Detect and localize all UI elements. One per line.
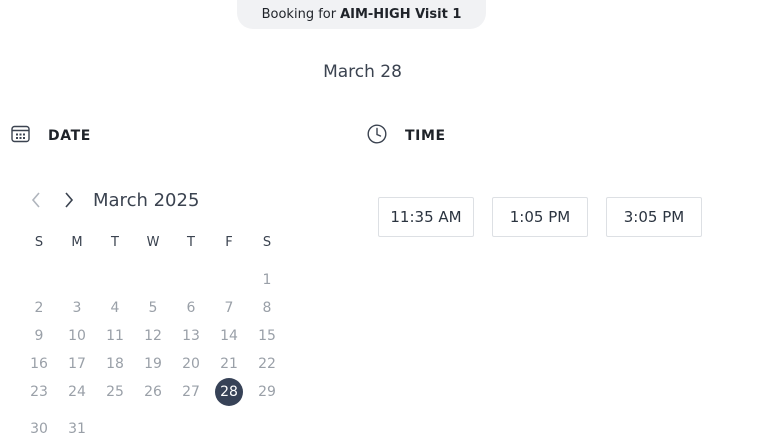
- calendar-day[interactable]: 31: [63, 415, 91, 443]
- calendar-day[interactable]: 18: [101, 350, 129, 378]
- calendar-day[interactable]: 29: [253, 378, 281, 406]
- banner-prefix: Booking for: [261, 7, 337, 22]
- calendar-day[interactable]: 19: [139, 350, 167, 378]
- selected-date-title: March 28: [323, 62, 402, 82]
- calendar-day[interactable]: 13: [177, 322, 205, 350]
- banner-event-name: AIM-HIGH Visit 1: [340, 7, 462, 22]
- calendar-day[interactable]: 22: [253, 350, 281, 378]
- calendar-day[interactable]: 8: [253, 294, 281, 322]
- weekday-header: M: [71, 235, 83, 250]
- calendar-day[interactable]: 4: [101, 294, 129, 322]
- calendar-day[interactable]: 7: [215, 294, 243, 322]
- date-section-label: DATE: [48, 128, 91, 144]
- weekday-header: S: [34, 235, 44, 250]
- calendar-day[interactable]: 21: [215, 350, 243, 378]
- time-slot-button[interactable]: 11:35 AM: [378, 197, 474, 237]
- weekday-header: T: [111, 235, 119, 250]
- date-section-header: DATE: [11, 125, 91, 147]
- calendar-day[interactable]: 30: [25, 415, 53, 443]
- calendar-day[interactable]: 10: [63, 322, 91, 350]
- time-slot-button[interactable]: 3:05 PM: [606, 197, 702, 237]
- weekday-header: T: [187, 235, 195, 250]
- prev-month-button[interactable]: [30, 191, 42, 214]
- calendar-day[interactable]: 24: [63, 378, 91, 406]
- calendar-day[interactable]: 16: [25, 350, 53, 378]
- weekday-header: W: [146, 235, 160, 250]
- time-section-label: TIME: [405, 128, 446, 144]
- calendar-day[interactable]: 12: [139, 322, 167, 350]
- calendar-day[interactable]: 14: [215, 322, 243, 350]
- calendar-day[interactable]: 3: [63, 294, 91, 322]
- calendar-day[interactable]: 23: [25, 378, 53, 406]
- calendar-day-selected[interactable]: 28: [215, 378, 243, 406]
- calendar-day[interactable]: 25: [101, 378, 129, 406]
- time-section-header: TIME: [367, 124, 446, 148]
- calendar-day[interactable]: 15: [253, 322, 281, 350]
- time-slot-button[interactable]: 1:05 PM: [492, 197, 588, 237]
- calendar-day[interactable]: 26: [139, 378, 167, 406]
- calendar-day[interactable]: 1: [253, 266, 281, 294]
- booking-banner: Booking for AIM-HIGH Visit 1: [237, 0, 486, 29]
- chevron-right-icon: [65, 192, 74, 208]
- calendar-day[interactable]: 2: [25, 294, 53, 322]
- calendar-icon: [11, 125, 30, 147]
- calendar-day[interactable]: 20: [177, 350, 205, 378]
- weekday-header: F: [225, 235, 233, 250]
- calendar-day[interactable]: 9: [25, 322, 53, 350]
- calendar-day[interactable]: 6: [177, 294, 205, 322]
- calendar-month-label: March 2025: [93, 190, 200, 211]
- calendar-day[interactable]: 11: [101, 322, 129, 350]
- clock-icon: [367, 124, 387, 148]
- weekday-header: S: [262, 235, 272, 250]
- calendar-day[interactable]: 5: [139, 294, 167, 322]
- calendar-day[interactable]: 27: [177, 378, 205, 406]
- next-month-button[interactable]: [63, 191, 75, 214]
- chevron-left-icon: [31, 192, 40, 208]
- calendar-day[interactable]: 17: [63, 350, 91, 378]
